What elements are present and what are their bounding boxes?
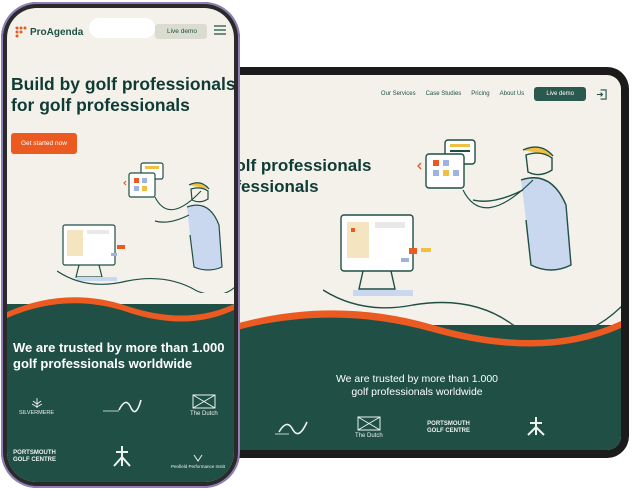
nav-our-services[interactable]: Our Services	[381, 91, 416, 97]
phone-crest-logo	[113, 446, 131, 467]
proagenda-logo[interactable]: ProAgenda	[15, 26, 83, 38]
chevron-mark-icon	[193, 454, 203, 462]
phone-screen: ProAgenda Live demo Build by golf profes…	[7, 8, 234, 482]
phone-hero-heading: Build by golf professionals for golf pro…	[11, 74, 234, 115]
floating-calendar-widget	[417, 139, 476, 189]
tablet-device: Our Services Case Studies Pricing About …	[205, 67, 629, 458]
tablet-trusted-heading: We are trusted by more than 1.000 golf p…	[335, 373, 499, 398]
tablet-wave-divider	[213, 310, 621, 349]
phone-device: ProAgenda Live demo Build by golf profes…	[1, 2, 240, 488]
tablet-live-demo-button[interactable]: Live demo	[534, 87, 586, 101]
tablet-dutch-logo: The Dutch	[355, 416, 383, 439]
phone-wave-divider	[7, 297, 234, 328]
envelope-icon	[357, 416, 381, 431]
nav-about-us[interactable]: About Us	[500, 91, 525, 97]
phone-portsmouth-logo: PORTSMOUTH GOLF CENTRE	[13, 450, 56, 463]
tree-icon	[31, 398, 42, 408]
phone-performance-logo: Penfield Performance Instit	[171, 454, 225, 470]
hamburger-menu-icon[interactable]	[214, 25, 226, 35]
nav-pricing[interactable]: Pricing	[471, 91, 489, 97]
floating-calendar-widget	[123, 162, 164, 198]
desktop-monitor-illustration	[62, 224, 125, 281]
phone-notch	[89, 18, 155, 38]
tablet-nav: Our Services Case Studies Pricing About …	[381, 87, 607, 101]
phone-live-demo-button[interactable]: Live demo	[155, 24, 207, 39]
phone-swoosh-logo	[103, 399, 142, 413]
phone-golfer-illustration	[57, 162, 234, 293]
golfer-figure	[472, 146, 572, 271]
get-started-button[interactable]: Get started now	[11, 133, 77, 154]
nav-case-studies[interactable]: Case Studies	[426, 91, 462, 97]
phone-trusted-heading: We are trusted by more than 1.000 golf p…	[13, 340, 225, 371]
proagenda-dots-icon	[15, 26, 27, 38]
silvermere-logo: SILVERMERE	[19, 398, 54, 416]
tablet-portsmouth-logo: PORTSMOUTH GOLF CENTRE	[427, 421, 470, 434]
login-icon[interactable]	[596, 88, 607, 100]
golfer-figure	[154, 182, 223, 271]
desktop-monitor-illustration	[340, 214, 431, 296]
envelope-icon	[192, 394, 216, 409]
tablet-swoosh-logo	[275, 421, 308, 435]
tablet-screen: Our Services Case Studies Pricing About …	[213, 75, 621, 450]
tablet-crest-logo	[527, 417, 545, 436]
phone-dutch-logo: The Dutch	[190, 394, 218, 417]
